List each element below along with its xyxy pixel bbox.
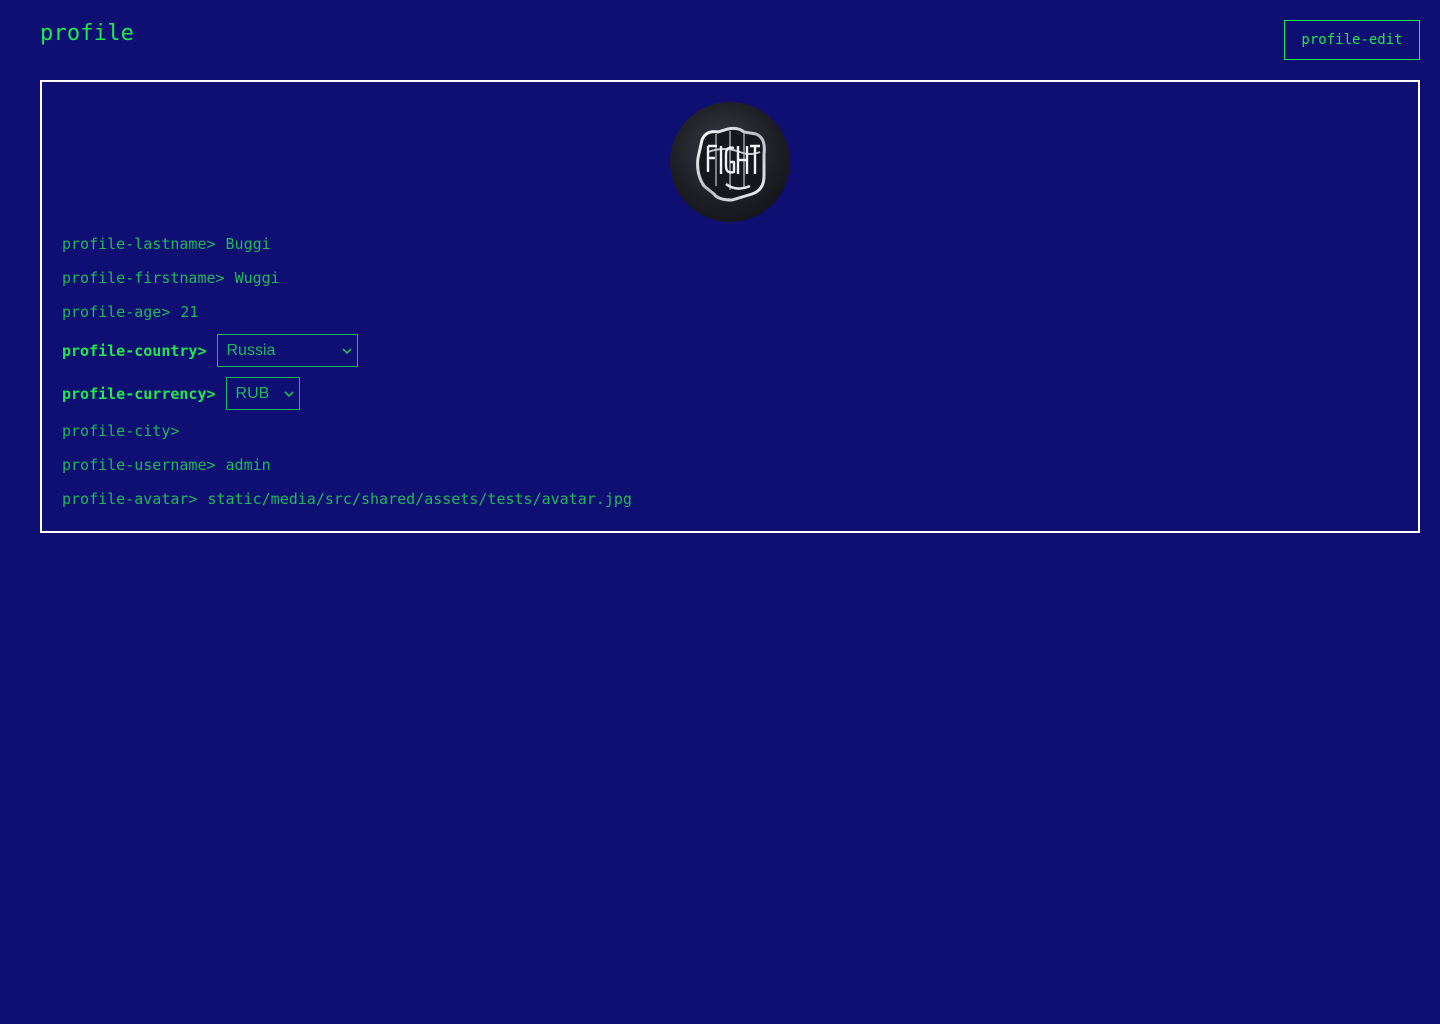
currency-select-value: RUB bbox=[235, 384, 270, 402]
avatar-path-row: profile-avatar> static/media/src/shared/… bbox=[62, 488, 632, 510]
avatar bbox=[670, 102, 790, 222]
city-label: profile-city> bbox=[62, 422, 180, 440]
currency-select[interactable]: RUB bbox=[225, 377, 300, 410]
username-row: profile-username> admin bbox=[62, 454, 271, 476]
fist-logo-icon bbox=[696, 126, 766, 202]
currency-row: profile-currency> RUB bbox=[62, 377, 300, 410]
age-row: profile-age> 21 bbox=[62, 301, 198, 323]
lastname-row: profile-lastname> Buggi bbox=[62, 233, 271, 255]
avatar-path-label: profile-avatar> bbox=[62, 490, 198, 508]
country-select[interactable]: Russia bbox=[216, 334, 358, 367]
age-label: profile-age> bbox=[62, 303, 171, 321]
username-label: profile-username> bbox=[62, 456, 216, 474]
age-value: 21 bbox=[180, 303, 199, 321]
firstname-label: profile-firstname> bbox=[62, 269, 225, 287]
firstname-value: Wuggi bbox=[234, 269, 280, 287]
lastname-value: Buggi bbox=[225, 235, 271, 253]
country-row: profile-country> Russia bbox=[62, 334, 358, 367]
page-title: profile bbox=[40, 21, 135, 46]
lastname-label: profile-lastname> bbox=[62, 235, 216, 253]
currency-label: profile-currency> bbox=[62, 384, 216, 403]
profile-card: profile-lastname> Buggi profile-firstnam… bbox=[40, 80, 1420, 533]
chevron-down-icon bbox=[341, 348, 352, 355]
country-label: profile-country> bbox=[62, 341, 207, 360]
city-row: profile-city> bbox=[62, 420, 189, 442]
firstname-row: profile-firstname> Wuggi bbox=[62, 267, 280, 289]
profile-edit-button[interactable]: profile-edit bbox=[1284, 20, 1420, 60]
country-select-value: Russia bbox=[226, 341, 276, 359]
avatar-path-value: static/media/src/shared/assets/tests/ava… bbox=[207, 490, 632, 508]
username-value: admin bbox=[225, 456, 271, 474]
chevron-down-icon bbox=[283, 391, 294, 398]
